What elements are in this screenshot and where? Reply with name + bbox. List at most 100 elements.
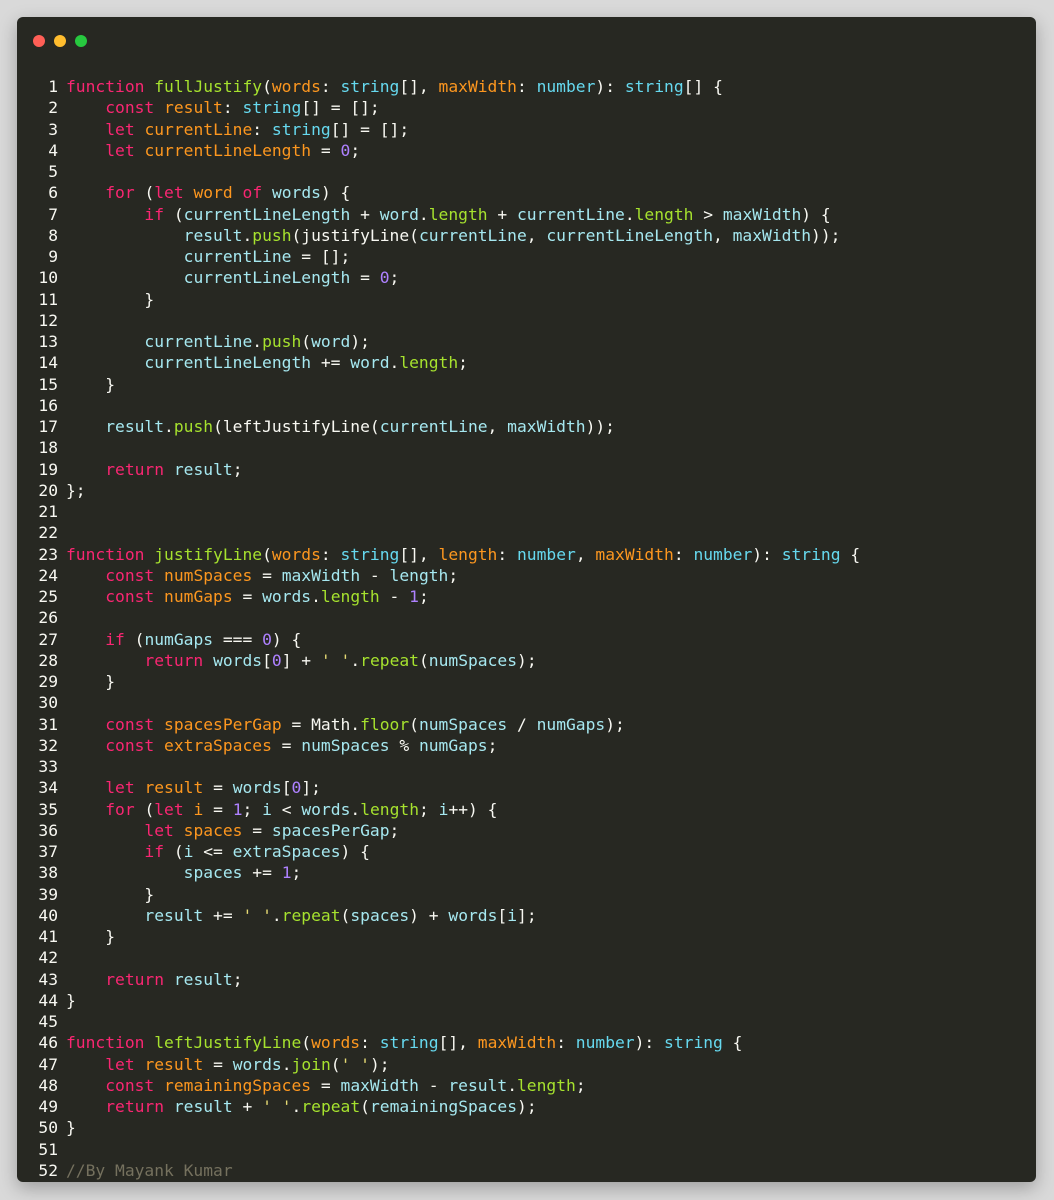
line-source: } <box>66 290 154 309</box>
code-token: number <box>516 544 576 564</box>
code-token: let <box>105 1054 135 1074</box>
line-number: 51 <box>38 1139 58 1159</box>
code-token: 1 <box>232 799 243 819</box>
code-token: result <box>144 1054 204 1074</box>
code-token: let <box>105 140 135 160</box>
code-token: floor <box>360 714 410 734</box>
code-token: / <box>507 714 537 734</box>
code-token: : <box>252 119 272 139</box>
code-line: 6 for (let word of words) { <box>17 182 1036 203</box>
code-token: - <box>418 1075 449 1095</box>
line-source: let currentLineLength = 0; <box>66 141 360 160</box>
code-token: spaces <box>183 820 243 840</box>
code-token: numGaps <box>418 735 488 755</box>
code-token: ; <box>448 565 459 585</box>
code-token: ( <box>164 204 184 224</box>
code-token: === <box>213 629 263 649</box>
code-token: return <box>144 650 204 670</box>
code-token: string <box>340 77 400 96</box>
code-token: - <box>360 565 390 585</box>
code-editor[interactable]: 1 function fullJustify(words: string[], m… <box>17 76 1036 1181</box>
line-source: const extraSpaces = numSpaces % numGaps; <box>66 736 497 755</box>
code-token: of <box>242 183 263 203</box>
code-token: . <box>418 204 429 224</box>
code-token: i <box>438 799 449 819</box>
code-line: 10 currentLineLength = 0; <box>17 267 1036 288</box>
line-source: const remainingSpaces = maxWidth - resul… <box>66 1075 585 1095</box>
code-token: numSpaces <box>428 650 518 670</box>
code-token: , <box>713 225 733 245</box>
line-number: 24 <box>38 565 58 585</box>
code-line: 21 <box>17 501 1036 522</box>
close-window-button[interactable] <box>33 35 45 47</box>
code-token: words <box>271 183 321 203</box>
code-token: )); <box>585 417 615 436</box>
code-token: : <box>360 1033 380 1053</box>
code-token: ] + <box>281 650 321 670</box>
code-token: words <box>262 587 312 606</box>
code-token: let <box>154 799 184 819</box>
line-source: function fullJustify(words: string[], ma… <box>66 77 723 96</box>
code-token: > <box>693 204 723 224</box>
code-token: ( <box>134 799 155 819</box>
code-line: 31 const spacesPerGap = Math.floor(numSp… <box>17 714 1036 735</box>
code-token: . <box>507 1075 517 1095</box>
line-number: 1 <box>48 77 58 96</box>
line-number: 21 <box>38 502 58 521</box>
minimize-window-button[interactable] <box>54 35 66 47</box>
line-number: 19 <box>38 459 58 479</box>
code-token: ; <box>419 799 439 819</box>
line-source: if (i <= extraSpaces) { <box>66 842 370 861</box>
code-token: . <box>242 225 253 245</box>
code-line: 37 if (i <= extraSpaces) { <box>17 841 1036 862</box>
code-line: 34 let result = words[0]; <box>17 777 1036 798</box>
maximize-window-button[interactable] <box>75 35 87 47</box>
code-token: words <box>213 650 263 670</box>
code-token: ) { <box>320 183 351 203</box>
code-token: numSpaces <box>301 735 390 755</box>
code-token: currentLineLength <box>144 140 312 160</box>
code-token: length <box>634 204 694 224</box>
line-number: 47 <box>38 1054 58 1074</box>
line-number: 27 <box>38 629 58 649</box>
code-token: } <box>66 1118 76 1138</box>
code-token: push <box>173 417 214 436</box>
code-token: ( <box>301 332 312 351</box>
code-token: if <box>105 629 125 649</box>
line-number: 37 <box>38 842 58 861</box>
line-number: 52 <box>38 1160 58 1180</box>
line-source: let result = words[0]; <box>66 778 321 797</box>
line-number: 20 <box>38 480 58 500</box>
line-number: 39 <box>38 884 58 904</box>
window-titlebar <box>17 17 1036 63</box>
code-token: words <box>271 544 321 564</box>
code-token: ( <box>340 905 351 925</box>
code-token: ( <box>330 1054 341 1074</box>
code-token: . <box>389 353 400 373</box>
line-number: 8 <box>48 225 58 245</box>
code-token: maxWidth <box>281 565 361 585</box>
code-token: const <box>105 565 155 585</box>
code-token: remainingSpaces <box>164 1075 312 1095</box>
code-token: = []; <box>291 247 351 266</box>
code-token: maxWidth <box>722 204 802 224</box>
line-source: } <box>66 672 115 691</box>
code-token: = <box>203 799 233 819</box>
code-token: = <box>311 140 341 160</box>
code-line: 28 return words[0] + ' '.repeat(numSpace… <box>17 650 1036 671</box>
code-line: 33 <box>17 756 1036 777</box>
code-line: 4 let currentLineLength = 0; <box>17 140 1036 161</box>
code-token: repeat <box>301 1097 361 1116</box>
code-token: , <box>575 544 596 564</box>
